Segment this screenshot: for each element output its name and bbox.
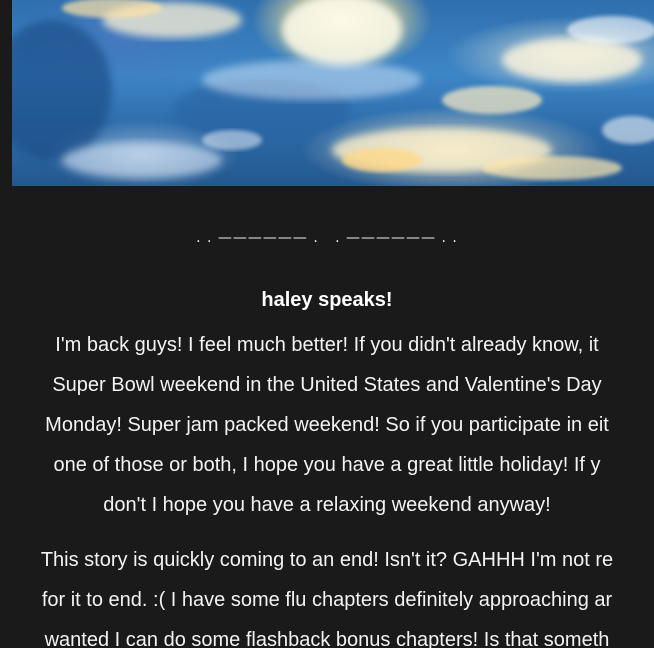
section-divider: . . —————— . . —————— . . [196,230,458,246]
author-note-paragraph-1: I'm back guys! I feel much better! If yo… [0,325,654,525]
sky-clouds-image [12,0,654,186]
paragraph-line: for it to end. :( I have some flu chapte… [41,589,613,611]
paragraph-line: Monday! Super jam packed weekend! So if … [45,414,609,436]
story-page: . . —————— . . —————— . . haley speaks! … [0,0,654,648]
author-note-heading: haley speaks! [261,289,393,311]
author-note-paragraph-2: This story is quickly coming to an end! … [0,540,654,648]
paragraph-line: I'm back guys! I feel much better! If yo… [55,334,599,356]
paragraph-line: This story is quickly coming to an end! … [40,549,614,571]
paragraph-line: don't I hope you have a relaxing weekend… [103,494,551,516]
paragraph-line: wanted I can do some flashback bonus cha… [44,629,610,648]
cloud-layer [12,0,654,180]
paragraph-line: Super Bowl weekend in the United States … [52,374,602,396]
paragraph-line: one of those or both, I hope you have a … [53,454,601,476]
